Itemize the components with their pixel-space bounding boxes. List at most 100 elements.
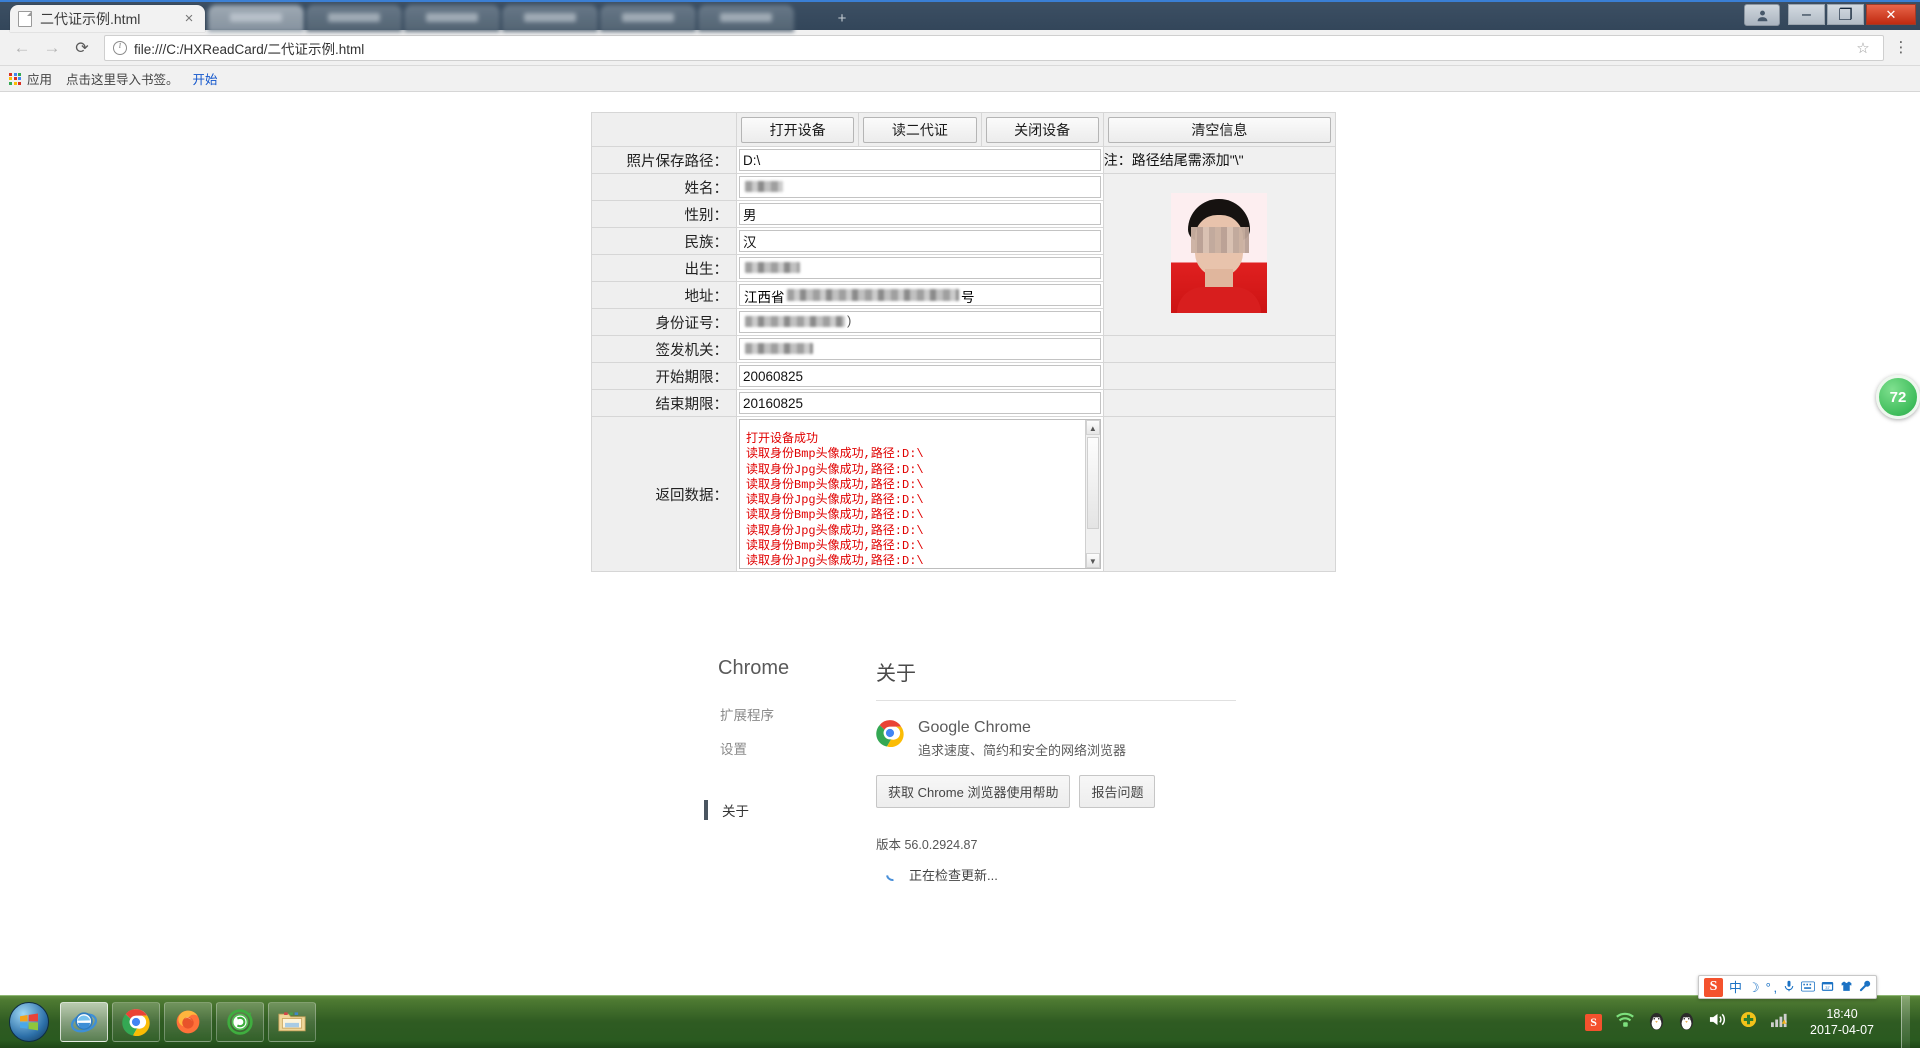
field-row-log: 返回数据： 打开设备成功 读取身份Bmp头像成功,路径:D:\ 读取身份Jpg头… xyxy=(592,417,1336,572)
cell-id-number: ) xyxy=(737,309,1104,336)
cell-valid-from xyxy=(737,363,1104,390)
chrome-browser-window: 二代证示例.html × + – ❐ ✕ ← → ⟳ file:///C:/HX… xyxy=(0,0,1920,995)
log-scrollbar[interactable]: ▲ ▼ xyxy=(1085,420,1100,568)
taskbar-item-360-browser[interactable] xyxy=(216,1002,264,1042)
tray-network-icon[interactable] xyxy=(1770,1011,1789,1033)
scroll-thumb[interactable] xyxy=(1087,437,1099,529)
id-reader-form: 打开设备 读二代证 关闭设备 清空信息 照片保存路径： 注：路径结尾需添加"\" xyxy=(591,112,1336,572)
cell-gender xyxy=(737,201,1104,228)
label-return-data: 返回数据： xyxy=(592,417,737,572)
gender-input[interactable] xyxy=(739,203,1101,225)
tray-update-icon[interactable] xyxy=(1740,1011,1757,1033)
chrome-brand-label: Chrome xyxy=(718,657,846,680)
name-input[interactable] xyxy=(739,176,1101,198)
birth-redacted-value xyxy=(745,262,800,273)
close-button[interactable]: ✕ xyxy=(1866,4,1916,25)
bookmarks-bar: 应用 点击这里导入书签。 开始 xyxy=(0,66,1920,92)
sidebar-item-about[interactable]: 关于 xyxy=(704,800,846,820)
close-icon[interactable]: × xyxy=(181,11,197,27)
background-tab[interactable] xyxy=(600,5,696,32)
ethnicity-input[interactable] xyxy=(739,230,1101,252)
forward-icon[interactable]: → xyxy=(38,34,66,62)
background-tab[interactable] xyxy=(404,5,500,32)
show-desktop-button[interactable] xyxy=(1901,996,1910,1049)
open-device-button[interactable]: 打开设备 xyxy=(741,117,854,143)
address-bar[interactable]: file:///C:/HXReadCard/二代证示例.html ☆ xyxy=(104,35,1884,61)
background-tab[interactable] xyxy=(698,5,794,32)
about-heading: 关于 xyxy=(876,657,1236,686)
valid-to-input[interactable] xyxy=(739,392,1101,414)
taskbar-item-google-chrome[interactable] xyxy=(112,1002,160,1042)
valid-from-input[interactable] xyxy=(739,365,1101,387)
tray-qq-icon[interactable] xyxy=(1678,1012,1695,1033)
page-info-icon[interactable] xyxy=(113,41,127,55)
start-button[interactable] xyxy=(2,1000,56,1044)
about-version: 版本 56.0.2924.87 xyxy=(876,834,1236,853)
background-tab[interactable] xyxy=(502,5,598,32)
about-sidebar: Chrome 扩展程序 设置 关于 xyxy=(718,657,846,834)
ime-keyboard-icon[interactable] xyxy=(1801,981,1815,994)
return-data-textarea[interactable]: 打开设备成功 读取身份Bmp头像成功,路径:D:\ 读取身份Jpg头像成功,路径… xyxy=(739,419,1101,569)
chrome-menu-icon[interactable]: ⋮ xyxy=(1890,45,1912,51)
bookmark-star-icon[interactable]: ☆ xyxy=(1851,39,1875,57)
background-tabs[interactable] xyxy=(208,5,828,32)
tray-volume-icon[interactable] xyxy=(1708,1011,1727,1033)
sidebar-item-extensions[interactable]: 扩展程序 xyxy=(718,704,846,724)
ime-punctuation-icon[interactable]: ° , xyxy=(1766,981,1777,994)
apps-grid-icon[interactable] xyxy=(9,73,21,85)
label-birth: 出生： xyxy=(592,255,737,282)
ime-microphone-icon[interactable] xyxy=(1783,980,1795,994)
close-device-button[interactable]: 关闭设备 xyxy=(986,117,1099,143)
about-product-row: Google Chrome 追求速度、简约和安全的网络浏览器 xyxy=(876,719,1236,759)
cell-photo-path xyxy=(737,147,1104,174)
tray-wifi-icon[interactable] xyxy=(1615,1011,1635,1033)
clear-info-button[interactable]: 清空信息 xyxy=(1108,117,1331,143)
background-tab[interactable] xyxy=(306,5,402,32)
back-icon[interactable]: ← xyxy=(8,34,36,62)
tray-qq-icon[interactable] xyxy=(1648,1012,1665,1033)
cell-ethnicity xyxy=(737,228,1104,255)
label-address: 地址： xyxy=(592,282,737,309)
profile-avatar-icon[interactable] xyxy=(1744,4,1780,26)
sogou-ime-toolbar[interactable]: S 中 ☽ ° , 37 xyxy=(1698,975,1877,999)
button-cell-close: 关闭设备 xyxy=(981,113,1103,147)
page-viewport: 打开设备 读二代证 关闭设备 清空信息 照片保存路径： 注：路径结尾需添加"\" xyxy=(0,92,1920,993)
path-note: 注：路径结尾需添加"\" xyxy=(1103,147,1335,174)
taskbar-item-internet-explorer[interactable] xyxy=(60,1002,108,1042)
get-help-button[interactable]: 获取 Chrome 浏览器使用帮助 xyxy=(876,775,1070,808)
ime-calendar-icon[interactable]: 37 xyxy=(1821,980,1834,994)
report-issue-button[interactable]: 报告问题 xyxy=(1079,775,1155,808)
bookmark-apps-label[interactable]: 应用 xyxy=(27,69,52,88)
bookmark-item-start[interactable]: 开始 xyxy=(193,69,218,88)
scroll-up-icon[interactable]: ▲ xyxy=(1086,420,1100,435)
about-buttons: 获取 Chrome 浏览器使用帮助 报告问题 xyxy=(876,775,1236,808)
sogou-logo-icon[interactable]: S xyxy=(1704,978,1723,997)
browser-tab-active[interactable]: 二代证示例.html × xyxy=(10,5,205,32)
button-cell-clear: 清空信息 xyxy=(1103,113,1335,147)
security-score-badge[interactable]: 72 xyxy=(1876,375,1920,419)
bookmark-item-import-hint[interactable]: 点击这里导入书签。 xyxy=(66,69,179,88)
scroll-down-icon[interactable]: ▼ xyxy=(1086,553,1100,568)
cell-issuer xyxy=(737,336,1104,363)
minimize-button[interactable]: – xyxy=(1788,4,1825,25)
ime-chinese-mode-icon[interactable]: 中 xyxy=(1729,981,1742,994)
taskbar-item-mozilla-firefox[interactable] xyxy=(164,1002,212,1042)
browser-toolbar: ← → ⟳ file:///C:/HXReadCard/二代证示例.html ☆… xyxy=(0,30,1920,66)
id-number-suffix: ) xyxy=(847,313,851,328)
background-tab[interactable] xyxy=(208,5,304,32)
photo-path-input[interactable] xyxy=(739,149,1101,171)
tab-strip: 二代证示例.html × + – ❐ ✕ xyxy=(0,0,1920,30)
ime-settings-wrench-icon[interactable] xyxy=(1859,980,1871,994)
restore-button[interactable]: ❐ xyxy=(1827,4,1864,25)
reload-icon[interactable]: ⟳ xyxy=(68,34,96,62)
read-id-card-button[interactable]: 读二代证 xyxy=(863,117,976,143)
new-tab-button[interactable]: + xyxy=(832,10,852,28)
taskbar-item-file-explorer[interactable] xyxy=(268,1002,316,1042)
field-row-photo-path: 照片保存路径： 注：路径结尾需添加"\" xyxy=(592,147,1336,174)
ime-moon-icon[interactable]: ☽ xyxy=(1748,981,1760,994)
taskbar-clock[interactable]: 18:40 2017-04-07 xyxy=(1802,1006,1888,1038)
sidebar-item-settings[interactable]: 设置 xyxy=(718,738,846,758)
ime-skin-icon[interactable] xyxy=(1840,980,1853,994)
issuer-redacted-value xyxy=(745,343,813,354)
tray-sogou-icon[interactable]: S xyxy=(1585,1014,1602,1031)
